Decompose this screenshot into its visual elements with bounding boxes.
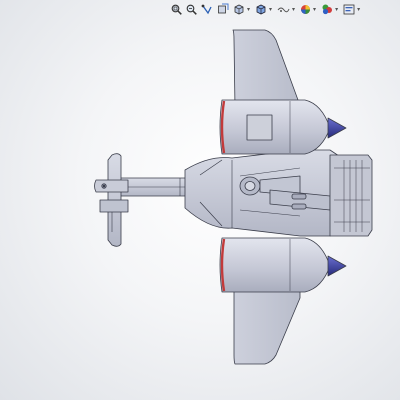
rear-engine-grille [329,154,373,237]
lower-engine-nacelle [219,237,347,293]
graphics-area[interactable]: ▾ ▾ ▾ ▾ ▾ ▾ [0,0,400,400]
upper-wing [232,29,299,109]
aircraft-model[interactable] [0,0,400,400]
upper-engine-nacelle [219,99,347,155]
lower-wing [233,289,301,365]
